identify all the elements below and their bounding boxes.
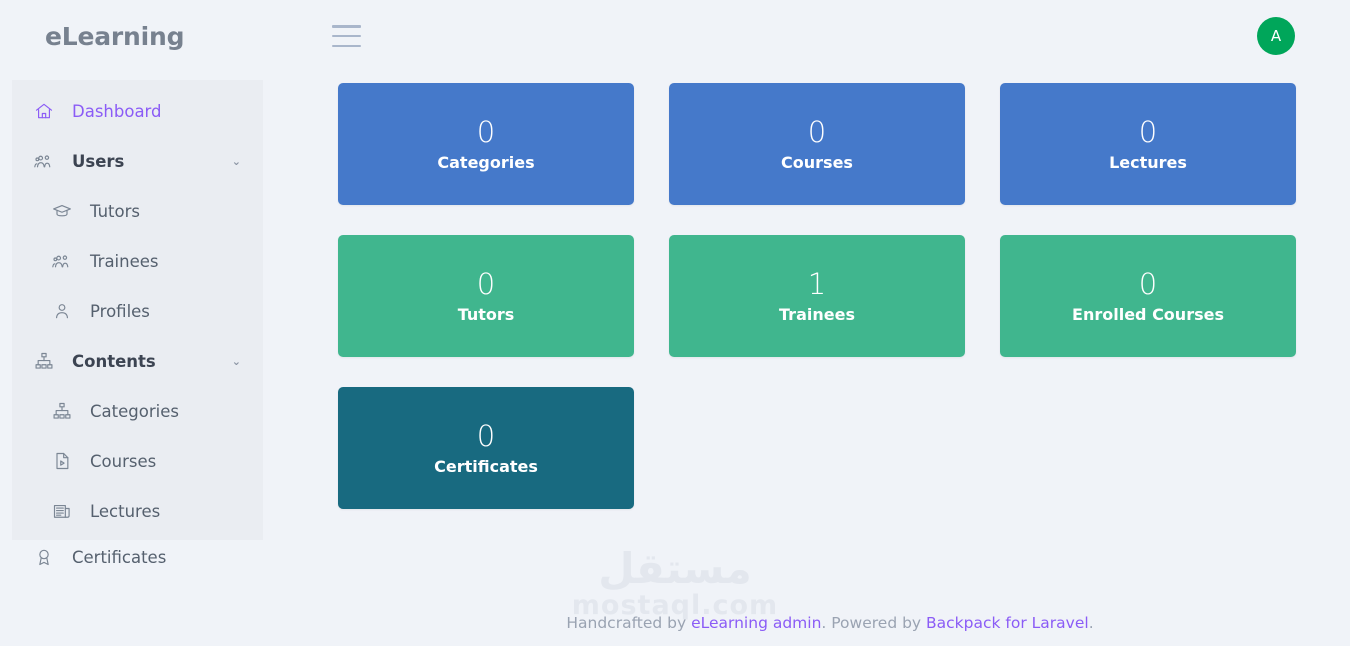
- stat-card-value: 0: [476, 418, 496, 453]
- avatar-initial: A: [1270, 27, 1282, 45]
- home-icon: [34, 100, 60, 122]
- graduation-cap-icon: [52, 200, 78, 222]
- sidebar-item-courses[interactable]: Courses: [12, 436, 263, 486]
- stat-card-categories[interactable]: 0 Categories: [338, 83, 634, 205]
- news-icon: [52, 500, 78, 522]
- stat-card-value: 0: [476, 114, 496, 149]
- stat-card-value: 0: [1138, 114, 1158, 149]
- footer: Handcrafted by eLearning admin. Powered …: [310, 614, 1350, 632]
- sidebar-item-categories[interactable]: Categories: [12, 386, 263, 436]
- stat-card-label: Enrolled Courses: [1072, 305, 1224, 325]
- sidebar-item-users[interactable]: Users ⌄: [12, 136, 263, 186]
- footer-prefix: Handcrafted by: [566, 614, 692, 632]
- stat-card-label: Lectures: [1109, 153, 1187, 173]
- stat-card-enrolled-courses[interactable]: 0 Enrolled Courses: [1000, 235, 1296, 357]
- footer-suffix: .: [1088, 614, 1094, 632]
- sidebar-item-label: Contents: [72, 351, 156, 371]
- chevron-down-icon[interactable]: ⌄: [232, 356, 241, 367]
- stat-card-label: Courses: [781, 153, 853, 173]
- footer-link-admin[interactable]: eLearning admin: [691, 614, 821, 632]
- sidebar-nav-secondary: Certificates: [12, 532, 263, 582]
- footer-middle: . Powered by: [821, 614, 927, 632]
- award-ribbon-icon: [34, 546, 60, 568]
- hamburger-bar-2: [332, 34, 361, 38]
- sidebar-item-label: Dashboard: [72, 101, 162, 121]
- top-header: A: [310, 0, 1350, 72]
- stat-card-grid: 0 Categories 0 Courses 0 Lectures 0 Tutors 1 Trai…: [338, 83, 1296, 509]
- sidebar-item-trainees[interactable]: Trainees: [12, 236, 263, 286]
- stat-card-value: 0: [476, 266, 496, 301]
- sidebar-item-label: Courses: [90, 451, 157, 471]
- stat-card-certificates[interactable]: 0 Certificates: [338, 387, 634, 509]
- stat-card-label: Certificates: [434, 457, 538, 477]
- dashboard-page: eLearning Dashboard Users ⌄ Tutors Trainees P…: [0, 0, 1350, 646]
- stat-card-label: Categories: [437, 153, 535, 173]
- brand-logo[interactable]: eLearning: [0, 0, 310, 72]
- avatar[interactable]: A: [1257, 17, 1295, 55]
- hamburger-bar-3: [332, 44, 361, 47]
- sidebar-item-label: Tutors: [90, 201, 140, 221]
- sidebar-item-label: Users: [72, 151, 125, 171]
- sidebar: eLearning Dashboard Users ⌄ Tutors Trainees P…: [0, 0, 310, 646]
- chevron-down-icon[interactable]: ⌄: [232, 156, 241, 167]
- stat-card-lectures[interactable]: 0 Lectures: [1000, 83, 1296, 205]
- stat-card-trainees[interactable]: 1 Trainees: [669, 235, 965, 357]
- hamburger-menu-icon[interactable]: [332, 22, 364, 50]
- sidebar-item-dashboard[interactable]: Dashboard: [12, 86, 263, 136]
- users-group-icon: [34, 150, 60, 172]
- stat-card-label: Trainees: [779, 305, 855, 325]
- sidebar-item-tutors[interactable]: Tutors: [12, 186, 263, 236]
- footer-link-backpack[interactable]: Backpack for Laravel: [926, 614, 1089, 632]
- sitemap-icon: [34, 350, 60, 372]
- sitemap-icon: [52, 400, 78, 422]
- hamburger-bar-1: [332, 25, 361, 28]
- sidebar-item-label: Lectures: [90, 501, 161, 521]
- sidebar-nav: Dashboard Users ⌄ Tutors Trainees Profiles Con…: [12, 80, 263, 540]
- stat-card-value: 1: [807, 266, 827, 301]
- stat-card-tutors[interactable]: 0 Tutors: [338, 235, 634, 357]
- sidebar-item-label: Categories: [90, 401, 179, 421]
- sidebar-item-contents[interactable]: Contents ⌄: [12, 336, 263, 386]
- sidebar-item-label: Certificates: [72, 547, 167, 567]
- stat-card-value: 0: [807, 114, 827, 149]
- sidebar-item-profiles[interactable]: Profiles: [12, 286, 263, 336]
- stat-card-value: 0: [1138, 266, 1158, 301]
- stat-card-courses[interactable]: 0 Courses: [669, 83, 965, 205]
- sidebar-item-label: Profiles: [90, 301, 150, 321]
- brand-title: eLearning: [45, 21, 185, 51]
- sidebar-item-label: Trainees: [90, 251, 159, 271]
- person-icon: [52, 300, 78, 322]
- stat-card-label: Tutors: [457, 305, 515, 325]
- file-video-icon: [52, 450, 78, 472]
- users-group-icon: [52, 250, 78, 272]
- sidebar-item-lectures[interactable]: Lectures: [12, 486, 263, 536]
- sidebar-item-certificates[interactable]: Certificates: [12, 532, 263, 582]
